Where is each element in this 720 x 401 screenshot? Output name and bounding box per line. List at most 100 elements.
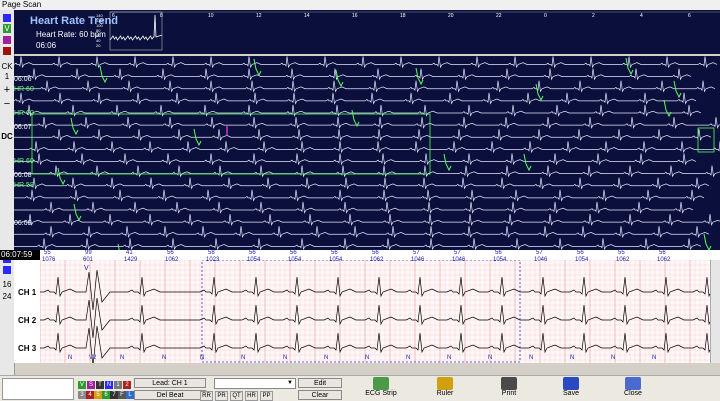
- mini-type-button[interactable]: V: [78, 381, 86, 389]
- window-title: Page Scan: [0, 0, 720, 10]
- mini-type-button[interactable]: N: [105, 381, 113, 389]
- highlighted-beat[interactable]: [663, 99, 672, 118]
- mini-type-button[interactable]: S: [87, 381, 95, 389]
- beat-hr: 56: [372, 250, 379, 256]
- beat-hr: 56: [290, 250, 297, 256]
- mini-type-button[interactable]: F: [118, 391, 126, 399]
- trend-x-tick: 22: [496, 13, 502, 19]
- lead-select-button[interactable]: Lead: CH 1: [134, 378, 206, 388]
- lead-dropdown[interactable]: [214, 378, 296, 389]
- mini-type-button[interactable]: 1: [114, 381, 122, 389]
- beat-rr: 1046: [411, 257, 425, 263]
- beat-rr: 1046: [452, 257, 466, 263]
- overview-hr-label: HR 58: [14, 182, 34, 189]
- color-swatch-purple[interactable]: [3, 36, 11, 44]
- beat-hr: 56: [331, 250, 338, 256]
- highlighted-beat[interactable]: [57, 167, 66, 186]
- color-swatch-blue-3[interactable]: [3, 266, 11, 274]
- beat-rr: 1054: [288, 257, 302, 263]
- tool-ecg-strip-button[interactable]: ECG Strip: [356, 376, 406, 401]
- beat-hr: 56: [577, 250, 584, 256]
- mini-type-button[interactable]: L: [126, 391, 134, 399]
- ruler-icon: [437, 377, 453, 390]
- overview-ecg-panel[interactable]: 06:06 HR 60 HR 60 06:07 HR 60 06:08 HR 58 06:09…: [14, 56, 720, 261]
- beat-hr: 56: [167, 250, 174, 256]
- trend-x-tick: 10: [208, 13, 214, 19]
- highlighted-beat[interactable]: [253, 58, 262, 77]
- beat-hr: 56: [659, 250, 666, 256]
- mini-type-button[interactable]: T: [96, 381, 104, 389]
- highlighted-beat[interactable]: [523, 153, 532, 172]
- trend-x-tick: 12: [256, 13, 262, 19]
- beat-rr: 1062: [616, 257, 630, 263]
- highlighted-beat[interactable]: [99, 65, 108, 84]
- beat-type-label: N: [120, 355, 124, 361]
- overview-traces[interactable]: [14, 56, 720, 250]
- detail-traces[interactable]: N V2 N N N N N N N N N N N N N N: [40, 260, 710, 363]
- beat-hr: 56: [495, 250, 502, 256]
- detail-selection-box[interactable]: [201, 260, 521, 363]
- detail-scrollbar[interactable]: [710, 260, 720, 363]
- beat-rr: 1046: [534, 257, 548, 263]
- mini-type-button[interactable]: 6: [102, 391, 110, 399]
- beat-rr: 1062: [657, 257, 671, 263]
- beat-type-label: N: [324, 355, 328, 361]
- trend-x-tick: 6: [112, 13, 115, 19]
- trend-chart[interactable]: 140120100806040206 8 10 12 14 16 18 20 22 0 2 4 6: [14, 10, 720, 54]
- beat-rr: 1054: [575, 257, 589, 263]
- highlighted-beat[interactable]: [73, 203, 82, 222]
- beat-rr: 1054: [247, 257, 261, 263]
- beat-type-label: N: [611, 355, 615, 361]
- highlighted-beat[interactable]: [70, 117, 79, 136]
- trend-x-tick: 20: [448, 13, 454, 19]
- tool-print-button[interactable]: Print: [484, 376, 534, 401]
- edit-button[interactable]: Edit: [298, 378, 342, 388]
- tool-ruler-button[interactable]: Ruler: [420, 376, 470, 401]
- beat-rr: 1062: [165, 257, 179, 263]
- beat-hr: 58: [208, 250, 215, 256]
- tool-close-button[interactable]: Close: [608, 376, 658, 401]
- beat-hr: 55: [618, 250, 625, 256]
- mini-type-button[interactable]: 5: [94, 391, 102, 399]
- overview-time-label: 06:07: [14, 124, 32, 131]
- mini-type-button[interactable]: 7: [110, 391, 118, 399]
- beat-type-label: N: [529, 355, 533, 361]
- beat-rr: 1429: [124, 257, 138, 263]
- overview-hr-label: HR 60: [14, 110, 34, 117]
- highlighted-beat[interactable]: [443, 153, 452, 172]
- chevron-down-icon[interactable]: ▼: [287, 380, 293, 386]
- channel-label-3: CH 3: [18, 344, 37, 353]
- zoom-out-button[interactable]: −: [0, 99, 14, 110]
- beat-type-label: V2: [89, 355, 97, 361]
- overview-trace: [14, 141, 720, 154]
- delete-beat-button[interactable]: Del Beat: [134, 390, 206, 400]
- highlighted-beat[interactable]: [351, 109, 360, 128]
- beat-hr: 99: [85, 250, 92, 256]
- beat-rr: 1054: [493, 257, 507, 263]
- mini-type-button[interactable]: 2: [123, 381, 131, 389]
- clear-button[interactable]: Clear: [298, 390, 342, 400]
- trend-x-tick: 2: [592, 13, 595, 19]
- beat-hr: 57: [536, 250, 543, 256]
- selection-box[interactable]: [31, 113, 431, 175]
- v-marker[interactable]: V: [3, 24, 11, 33]
- overview-trace: [14, 226, 710, 239]
- tool-label: Ruler: [436, 390, 454, 397]
- color-swatch-red[interactable]: [3, 47, 11, 55]
- overview-trace: [14, 238, 702, 250]
- detail-ecg-panel[interactable]: N V2 N N N N N N N N N N N N N N: [40, 260, 710, 363]
- beat-hr: 41: [126, 250, 133, 256]
- color-swatch-blue[interactable]: [3, 14, 11, 22]
- speed-value: 24: [2, 292, 12, 301]
- trend-line: [109, 14, 163, 41]
- zoom-in-button[interactable]: +: [0, 85, 14, 96]
- highlighted-beat[interactable]: [703, 233, 712, 250]
- dc-label[interactable]: DC: [0, 132, 14, 141]
- tool-save-button[interactable]: Save: [546, 376, 596, 401]
- beat-preview[interactable]: [2, 378, 74, 400]
- overview-trace: [14, 80, 716, 93]
- beat-type-label: N: [200, 355, 204, 361]
- beat-type-label: N: [68, 355, 72, 361]
- mini-type-button[interactable]: 3: [78, 391, 86, 399]
- mini-type-button[interactable]: 4: [86, 391, 94, 399]
